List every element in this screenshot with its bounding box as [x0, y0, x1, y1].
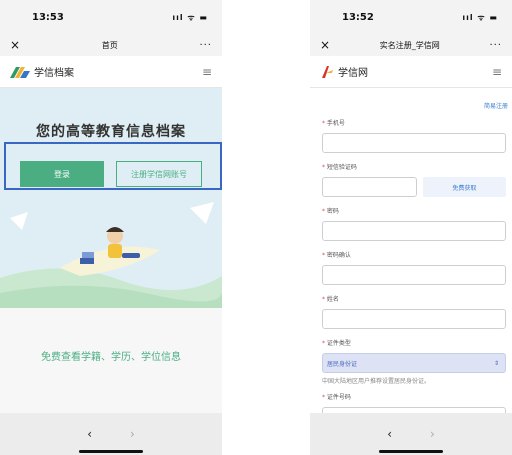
browser-nav-bar: × 实名注册_学信网 ···: [310, 34, 512, 56]
id-type-select[interactable]: 居民身份证 ⇕: [322, 353, 506, 373]
id-number-label: * 证件号码: [322, 394, 351, 401]
password-label: * 密码: [322, 208, 339, 215]
page-title: 实名注册_学信网: [379, 40, 440, 50]
status-bar: 13:52 ııl ᯤ ▬: [310, 0, 512, 34]
student-on-paper-plane-illustration: [0, 202, 222, 308]
close-icon[interactable]: ×: [10, 38, 20, 52]
hamburger-menu-icon[interactable]: ≡: [492, 65, 502, 79]
id-type-label: * 证件类型: [322, 340, 351, 347]
more-options-icon[interactable]: ···: [199, 40, 212, 51]
back-arrow-icon[interactable]: ‹: [387, 427, 392, 441]
brand-name: 学信档案: [34, 68, 74, 79]
more-options-icon[interactable]: ···: [489, 40, 502, 51]
password-input[interactable]: [322, 221, 506, 241]
simple-register-link[interactable]: 简易注册: [484, 101, 508, 110]
registration-form: 简易注册 * 手机号 * 短信验证码 免费获取 * 密码 * 密码确认 * 姓名…: [310, 88, 512, 428]
login-area-highlight: [4, 142, 222, 190]
name-label: * 姓名: [322, 296, 339, 303]
hero-title: 您的高等教育信息档案: [36, 124, 186, 140]
left-phone-screen: 13:53 ııl ᯤ ▬ × 首页 ··· 学信档案 ≡ 您的高等教育信息档案…: [0, 0, 222, 455]
status-time: 13:52: [342, 11, 374, 23]
browser-nav-bar: × 首页 ···: [0, 34, 222, 56]
forward-arrow-icon[interactable]: ›: [130, 427, 135, 441]
home-indicator: [379, 450, 443, 453]
name-input[interactable]: [322, 309, 506, 329]
sms-code-input[interactable]: [322, 177, 417, 197]
id-type-hint: 中国大陆地区用户推荐设置居民身份证。: [322, 378, 431, 385]
phone-label: * 手机号: [322, 120, 345, 127]
forward-arrow-icon[interactable]: ›: [430, 427, 435, 441]
sms-code-label: * 短信验证码: [322, 164, 357, 171]
id-type-value: 居民身份证: [327, 360, 358, 368]
brand-logo[interactable]: 学信档案: [10, 64, 74, 79]
brand-name: 学信网: [338, 68, 368, 79]
browser-bottom-bar: ‹ ›: [0, 413, 222, 455]
browser-bottom-bar: ‹ ›: [310, 413, 512, 455]
status-time: 13:53: [32, 11, 64, 23]
select-arrows-icon: ⇕: [493, 359, 499, 367]
back-arrow-icon[interactable]: ‹: [87, 427, 92, 441]
signal-wifi-battery-icon: ııl ᯤ ▬: [172, 12, 208, 22]
password-confirm-label: * 密码确认: [322, 252, 351, 259]
hero-banner: 您的高等教育信息档案 登录 注册学信网账号: [0, 88, 222, 308]
features-tagline: 免费查看学籍、学历、学位信息: [41, 352, 181, 363]
xuexin-logo-icon: [10, 66, 30, 78]
hamburger-menu-icon[interactable]: ≡: [202, 65, 212, 79]
site-header: 学信档案 ≡: [0, 56, 222, 88]
get-code-button[interactable]: 免费获取: [422, 177, 506, 197]
signal-wifi-battery-icon: ııl ᯤ ▬: [462, 12, 498, 22]
status-bar: 13:53 ııl ᯤ ▬: [0, 0, 222, 34]
close-icon[interactable]: ×: [320, 38, 330, 52]
chsi-logo-icon: [322, 65, 333, 78]
page-title: 首页: [101, 40, 118, 50]
home-indicator: [79, 450, 143, 453]
phone-input[interactable]: [322, 133, 506, 153]
brand-logo[interactable]: 学信网: [320, 64, 368, 79]
site-header: 学信网 ≡: [310, 56, 512, 88]
right-phone-screen: 13:52 ııl ᯤ ▬ × 实名注册_学信网 ··· 学信网 ≡ 简易注册 …: [310, 0, 512, 455]
password-confirm-input[interactable]: [322, 265, 506, 285]
